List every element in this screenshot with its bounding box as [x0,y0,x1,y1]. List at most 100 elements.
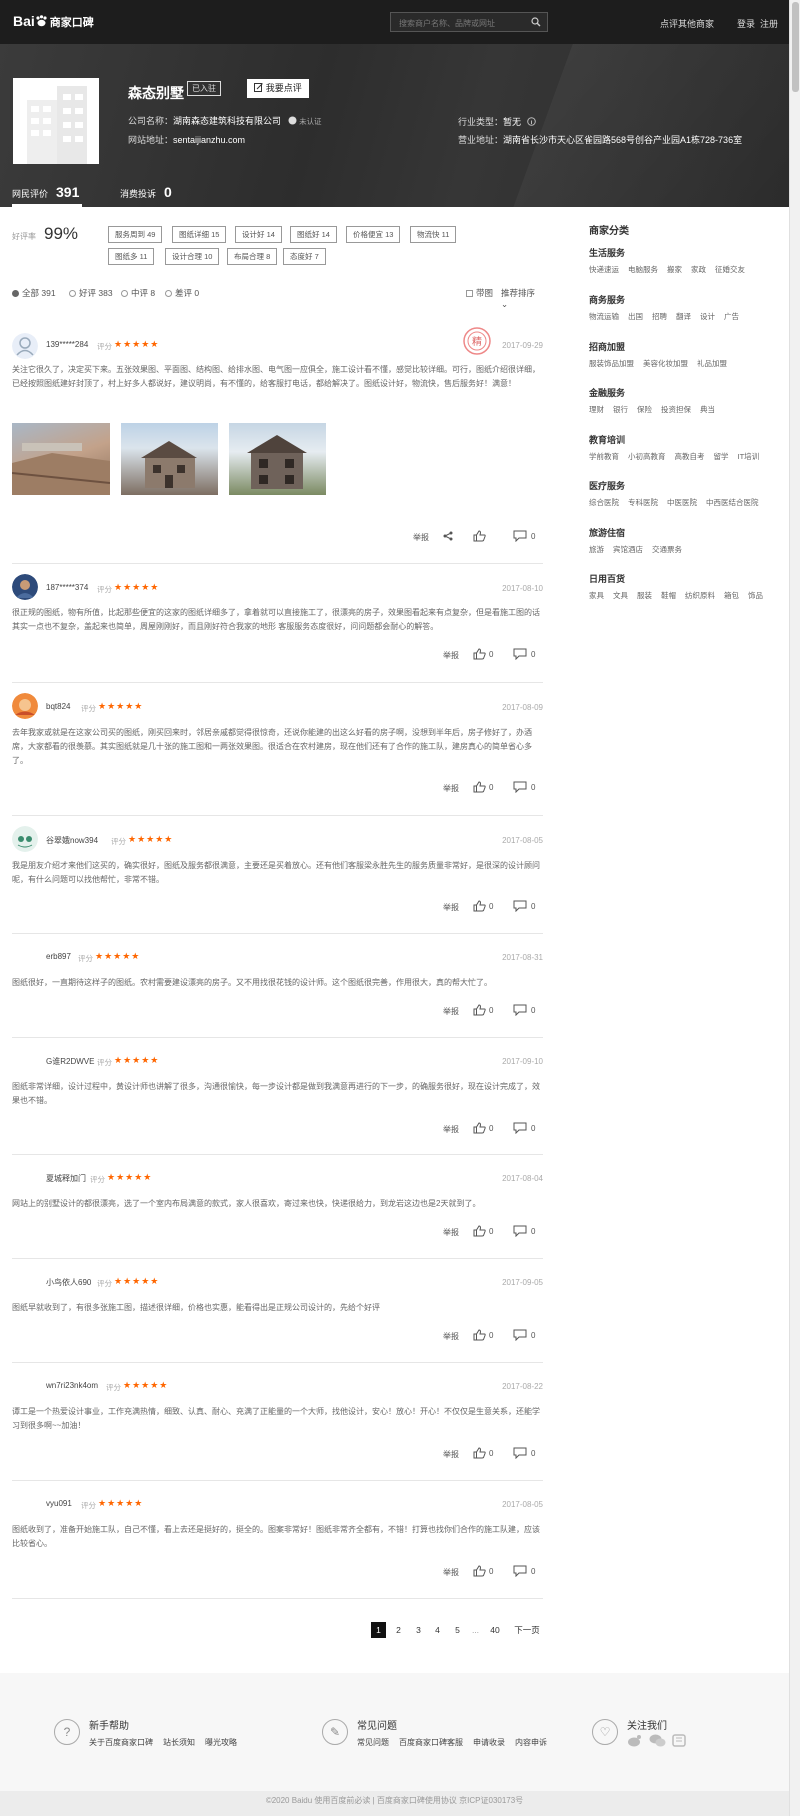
footer-link[interactable]: 内容申诉 [515,1738,547,1747]
review-photo[interactable] [11,423,111,495]
like-icon[interactable] [473,781,486,793]
review-tag[interactable]: 设计合理 10 [165,248,220,265]
category-link[interactable]: 投资担保 [661,405,691,414]
comment-icon[interactable] [513,1004,527,1016]
category-link[interactable]: 保险 [637,405,652,414]
avatar[interactable] [12,826,38,852]
footer-link[interactable]: 百度商家口碑客服 [399,1738,463,1747]
tab-web-reviews[interactable]: 网民评价 391 [12,184,79,200]
report-link[interactable]: 举报 [443,1227,459,1238]
like-icon[interactable] [473,1447,486,1459]
review-tag[interactable]: 图纸多 11 [108,248,155,265]
footer-link[interactable]: 申请收录 [473,1738,505,1747]
comment-icon[interactable] [513,900,527,912]
category-link[interactable]: 饰品 [748,591,763,600]
baidu-logo[interactable]: Bai 商家口碑 [13,13,94,30]
review-tag[interactable]: 物流快 11 [410,226,457,243]
footer-link[interactable]: 站长须知 [163,1738,195,1747]
like-icon[interactable] [473,1004,486,1016]
filter-mid[interactable]: 中评 8 [121,287,155,299]
avatar[interactable] [12,693,38,719]
reviewer-name[interactable]: 谷翠娥now394 [46,835,98,846]
page-4[interactable]: 4 [430,1622,445,1638]
category-title[interactable]: 金融服务 [589,386,789,399]
review-photo[interactable] [229,423,326,495]
like-icon[interactable] [473,1225,486,1237]
category-link[interactable]: 设计 [700,312,715,321]
reviewer-name[interactable]: 小鸟依人690 [46,1277,91,1288]
report-link[interactable]: 举报 [443,1331,459,1342]
category-link[interactable]: 纺织原料 [685,591,715,600]
page-2[interactable]: 2 [391,1622,406,1638]
like-icon[interactable] [473,1329,486,1341]
category-link[interactable]: 服装饰品加盟 [589,359,634,368]
write-review-button[interactable]: 我要点评 [247,79,309,98]
comment-icon[interactable] [513,1225,527,1237]
filter-all[interactable]: 全部 391 [12,287,56,299]
reviewer-name[interactable]: erb897 [46,952,71,961]
report-link[interactable]: 举报 [413,532,429,543]
report-link[interactable]: 举报 [443,1124,459,1135]
category-title[interactable]: 教育培训 [589,433,789,446]
category-link[interactable]: 交通票务 [652,545,682,554]
category-link[interactable]: 小初高教育 [628,452,666,461]
comment-icon[interactable] [513,530,527,542]
category-link[interactable]: 美容化妆加盟 [643,359,688,368]
category-link[interactable]: 文具 [613,591,628,600]
scrollbar-thumb[interactable] [792,2,799,92]
comment-icon[interactable] [513,1565,527,1577]
category-link[interactable]: 快递速运 [589,265,619,274]
category-link[interactable]: 银行 [613,405,628,414]
like-icon[interactable] [473,1122,486,1134]
report-link[interactable]: 举报 [443,1006,459,1017]
category-link[interactable]: 综合医院 [589,498,619,507]
category-title[interactable]: 生活服务 [589,246,789,259]
review-tag[interactable]: 服务周到 49 [108,226,163,243]
category-link[interactable]: IT培训 [738,452,760,461]
reviewer-name[interactable]: bqt824 [46,702,70,711]
category-link[interactable]: 礼品加盟 [697,359,727,368]
category-link[interactable]: 中医医院 [667,498,697,507]
category-link[interactable]: 典当 [700,405,715,414]
report-link[interactable]: 举报 [443,1567,459,1578]
website-link[interactable]: sentaijianzhu.com [173,135,245,145]
category-link[interactable]: 箱包 [724,591,739,600]
info-icon[interactable] [526,117,536,126]
comment-icon[interactable] [513,781,527,793]
filter-good[interactable]: 好评 383 [69,287,113,299]
category-link[interactable]: 招聘 [652,312,667,321]
category-link[interactable]: 物流运输 [589,312,619,321]
comment-icon[interactable] [513,1122,527,1134]
wechat-icon[interactable] [649,1734,666,1747]
comment-icon[interactable] [513,648,527,660]
search-icon[interactable] [531,17,541,27]
review-tag[interactable]: 设计好 14 [235,226,282,243]
login-link[interactable]: 登录 [737,17,755,30]
category-link[interactable]: 出国 [628,312,643,321]
app-icon[interactable] [672,1734,687,1747]
reviewer-name[interactable]: wn7ri23nk4om [46,1381,98,1390]
avatar[interactable] [12,574,38,600]
report-link[interactable]: 举报 [443,902,459,913]
review-tag[interactable]: 态度好 7 [283,248,326,265]
tab-complaints[interactable]: 消费投诉 0 [120,184,172,200]
category-link[interactable]: 家政 [691,265,706,274]
review-photo[interactable] [121,423,218,495]
category-link[interactable]: 家具 [589,591,604,600]
reviewer-name[interactable]: 187*****374 [46,583,88,592]
comment-icon[interactable] [513,1329,527,1341]
category-link[interactable]: 征婚交友 [715,265,745,274]
search-input[interactable]: 搜索商户名称、品牌或网址 [390,12,548,32]
category-link[interactable]: 宾馆酒店 [613,545,643,554]
category-link[interactable]: 学前教育 [589,452,619,461]
report-link[interactable]: 举报 [443,650,459,661]
review-others-link[interactable]: 点评其他商家 [660,17,714,30]
reviewer-name[interactable]: G谁R2DWVE [46,1056,94,1067]
category-title[interactable]: 日用百货 [589,572,789,585]
next-page-link[interactable]: 下一页 [512,1622,542,1638]
category-link[interactable]: 理财 [589,405,604,414]
category-link[interactable]: 服装 [637,591,652,600]
category-title[interactable]: 招商加盟 [589,340,789,353]
avatar[interactable] [12,333,38,359]
like-icon[interactable] [473,1565,486,1577]
